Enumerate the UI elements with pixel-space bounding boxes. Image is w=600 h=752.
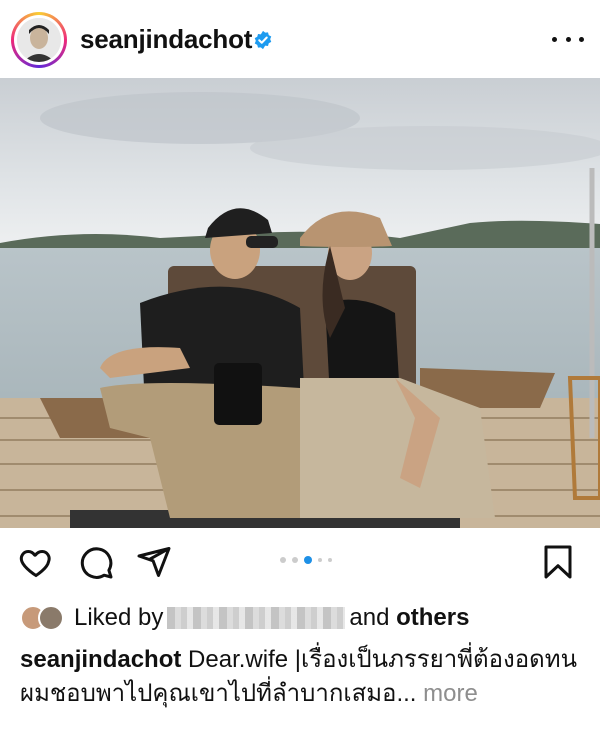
- caption-username[interactable]: seanjindachot: [20, 646, 181, 673]
- more-options-icon[interactable]: [552, 30, 584, 48]
- verified-badge-icon: [254, 30, 272, 50]
- carousel-indicator: [280, 556, 332, 564]
- post-header: seanjindachot: [0, 0, 600, 76]
- carousel-dot: [328, 558, 332, 562]
- post-photo[interactable]: [0, 78, 600, 528]
- heart-icon[interactable]: [18, 544, 54, 580]
- carousel-dot: [318, 558, 322, 562]
- caption-line-1: Dear.wife |เรื่องเป็นภรรยาพี่ต้องอดทน: [188, 646, 577, 673]
- carousel-dot-active: [304, 556, 312, 564]
- caption-line-2: ผมชอบพาไปคุณเขาไปที่ลำบากเสมอ...: [20, 680, 417, 707]
- likes-others-link[interactable]: others: [396, 604, 469, 632]
- post-actions: [0, 540, 600, 588]
- liker-avatars: [20, 605, 70, 631]
- post-caption: seanjindachot Dear.wife |เรื่องเป็นภรรยา…: [20, 643, 580, 711]
- profile-avatar[interactable]: [11, 12, 67, 68]
- blurred-liker-name: [167, 607, 346, 629]
- likes-connector: and: [349, 604, 390, 631]
- bookmark-icon[interactable]: [540, 544, 576, 580]
- post-image: [0, 78, 600, 528]
- likes-row[interactable]: Liked by and others: [20, 603, 469, 633]
- comment-icon[interactable]: [78, 544, 114, 580]
- liked-by-label: Liked by: [74, 604, 164, 631]
- carousel-dot: [292, 557, 298, 563]
- carousel-dot: [280, 557, 286, 563]
- avatar-image: [17, 18, 61, 62]
- caption-more-link[interactable]: more: [423, 680, 478, 707]
- send-icon[interactable]: [136, 544, 172, 580]
- post-username[interactable]: seanjindachot: [80, 24, 252, 55]
